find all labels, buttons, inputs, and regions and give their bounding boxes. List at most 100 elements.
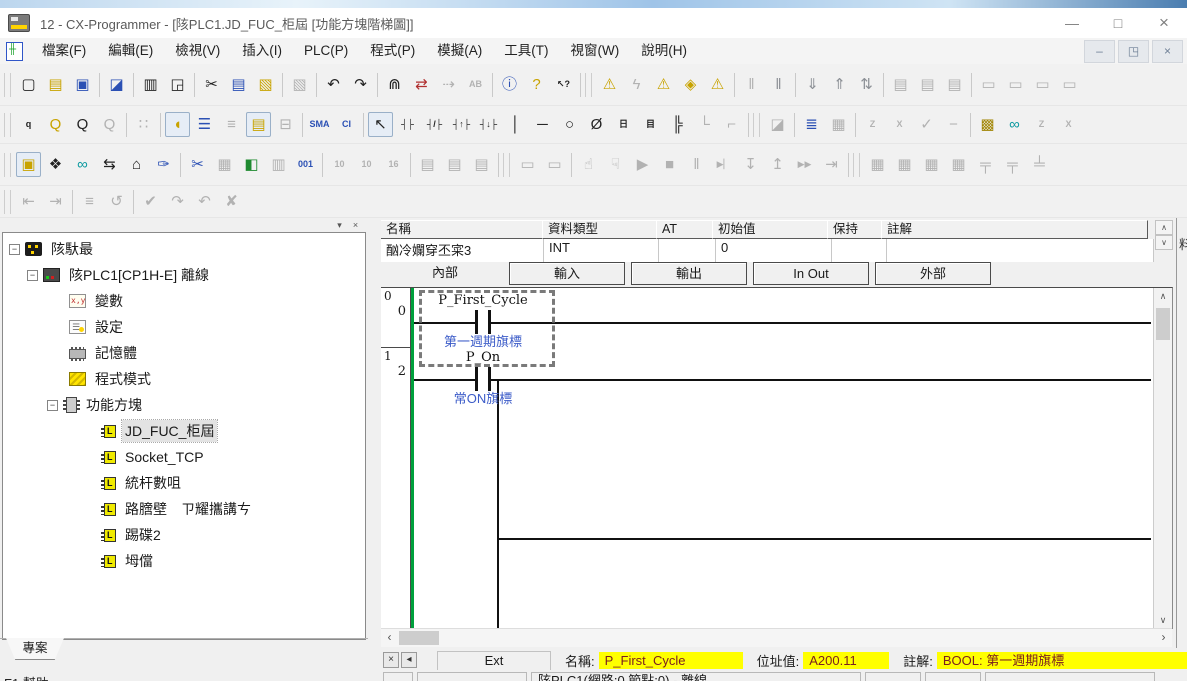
- io-comment-view-button[interactable]: ▥: [266, 152, 291, 177]
- toolbar-grip[interactable]: [4, 73, 11, 97]
- tree-item-label[interactable]: 路膪壁 ㄗ耀攜講ㄘ: [122, 498, 254, 520]
- undo-button[interactable]: ↶: [321, 72, 346, 97]
- tree-item[interactable]: JD_FUC_柜屆: [3, 418, 365, 444]
- tree-item-label[interactable]: 陔PLC1[CP1H-E] 離線: [66, 264, 212, 286]
- fb-invocation-button[interactable]: ╠: [665, 112, 690, 137]
- compile-button[interactable]: ◪: [104, 72, 129, 97]
- mnemonic-view-button[interactable]: ≡: [219, 112, 244, 137]
- new-button[interactable]: ▢: [16, 72, 41, 97]
- monitor-program-button[interactable]: X: [1056, 112, 1081, 137]
- tree-item[interactable]: 踢碟2: [3, 522, 365, 548]
- sim-continuous-step-button[interactable]: ▶▶: [792, 152, 817, 177]
- monitor-signed-decimal-button[interactable]: 10: [354, 152, 379, 177]
- mdi-close-button[interactable]: ×: [1152, 40, 1183, 63]
- local-symbols-button[interactable]: ▦: [212, 152, 237, 177]
- fb-hierarchy-button[interactable]: ⊟: [273, 112, 298, 137]
- delete-line-button[interactable]: ⌐: [719, 112, 744, 137]
- scroll-up-button[interactable]: ∧: [1155, 220, 1173, 235]
- scrollbar-thumb[interactable]: [1156, 308, 1170, 340]
- tree-item[interactable]: 坶儅: [3, 548, 365, 574]
- partial-transfer-2-button[interactable]: ▤: [915, 72, 940, 97]
- sim-step-in-button[interactable]: ↧: [738, 152, 763, 177]
- online-edit-button[interactable]: ϟ: [624, 72, 649, 97]
- debug-stop-button[interactable]: ☝: [576, 152, 601, 177]
- ladder-vertical-scrollbar[interactable]: ∧ ∨: [1153, 288, 1172, 629]
- select-mode-button[interactable]: ↖: [368, 112, 393, 137]
- expand-toggle[interactable]: −: [27, 270, 38, 281]
- mdi-restore-button[interactable]: ◳: [1118, 40, 1149, 63]
- maximize-button[interactable]: □: [1095, 8, 1141, 38]
- partial-transfer-1-button[interactable]: ▤: [888, 72, 913, 97]
- find-next-button[interactable]: ⇢: [436, 72, 461, 97]
- pane-dock-button[interactable]: ▾: [333, 219, 346, 231]
- rack-view-3-button[interactable]: ▭: [1030, 72, 1055, 97]
- column-header[interactable]: 初始值: [712, 220, 828, 239]
- ladder-view-button[interactable]: ▤: [246, 112, 271, 137]
- column-header[interactable]: 名稱: [381, 220, 543, 239]
- rung-margin-1[interactable]: 1 2: [381, 348, 411, 629]
- tree-item[interactable]: − 陔PLC1[CP1H-E] 離線: [3, 262, 365, 288]
- transfer-program-button[interactable]: X: [887, 112, 912, 137]
- expand-toggle[interactable]: −: [47, 400, 58, 411]
- context-help-button[interactable]: ↖?: [551, 72, 576, 97]
- tree-item-label[interactable]: 踢碟2: [122, 524, 164, 546]
- network-view-4-button[interactable]: ▦: [946, 152, 971, 177]
- network-view-2-button[interactable]: ▦: [892, 152, 917, 177]
- rack-view-1-button[interactable]: ▭: [976, 72, 1001, 97]
- contact-variable-label[interactable]: P_First_Cycle: [418, 293, 548, 308]
- output-window-button[interactable]: ❖: [43, 152, 68, 177]
- tree-item-label[interactable]: 記憶體: [92, 342, 140, 364]
- toolbar-grip[interactable]: [4, 113, 11, 137]
- new-closed-coil-button[interactable]: Ø: [584, 112, 609, 137]
- pane-expand-button[interactable]: ◂: [401, 652, 417, 668]
- toolbar-grip[interactable]: [853, 153, 860, 177]
- monitor-decimal-button[interactable]: 10: [327, 152, 352, 177]
- sim-pause-button[interactable]: ‖: [684, 152, 709, 177]
- comment-edit-1-button[interactable]: ✔: [138, 189, 163, 214]
- save-button[interactable]: ▣: [70, 72, 95, 97]
- zoom-tool-button[interactable]: q: [16, 112, 41, 137]
- tree-item-label[interactable]: 陔馱最: [48, 238, 96, 260]
- pane-close-button[interactable]: ×: [349, 219, 362, 231]
- comment-edit-2-button[interactable]: ↷: [165, 189, 190, 214]
- scrollbar-thumb[interactable]: [399, 631, 439, 645]
- column-header[interactable]: 保持: [827, 220, 882, 239]
- rack-view-2-button[interactable]: ▭: [1003, 72, 1028, 97]
- monitor-symbols-button[interactable]: Z: [1029, 112, 1054, 137]
- expand-toggle[interactable]: −: [9, 244, 20, 255]
- tree-item[interactable]: Socket_TCP: [3, 444, 365, 470]
- rung-comment-button[interactable]: ◖: [165, 112, 190, 137]
- rack-view-4-button[interactable]: ▭: [1057, 72, 1082, 97]
- pause-button[interactable]: ‖: [766, 72, 791, 97]
- menu-t[interactable]: 工具(T): [493, 38, 559, 64]
- tree-item-label[interactable]: 程式模式: [92, 368, 154, 390]
- new-closed-contact-button[interactable]: ┤/├: [422, 112, 447, 137]
- cut-button[interactable]: ✂: [199, 72, 224, 97]
- debug-run-button[interactable]: ☟: [603, 152, 628, 177]
- contact-comment-label[interactable]: 常ON旗標: [418, 388, 548, 407]
- transfer-to-plc-button[interactable]: ⇓: [800, 72, 825, 97]
- force-reset-button[interactable]: ▤: [442, 152, 467, 177]
- tree-item-label[interactable]: 設定: [92, 316, 126, 338]
- sim-run-button[interactable]: ▶: [630, 152, 655, 177]
- menu-f[interactable]: 檔案(F): [31, 38, 97, 64]
- monitor-hex-button[interactable]: 16: [381, 152, 406, 177]
- scroll-down-button[interactable]: ∨: [1154, 612, 1172, 629]
- sim-step-run-button[interactable]: ▶▏: [711, 152, 736, 177]
- sim-step-out-button[interactable]: ↥: [765, 152, 790, 177]
- watch-monitor-button[interactable]: ∞: [1002, 112, 1027, 137]
- online-monitor-button[interactable]: ▭: [515, 152, 540, 177]
- menu-p[interactable]: 程式(P): [359, 38, 426, 64]
- network-view-1-button[interactable]: ▦: [865, 152, 890, 177]
- paste-button[interactable]: ▧: [253, 72, 278, 97]
- plc-info-button[interactable]: ⓘ: [497, 72, 522, 97]
- watch-window-button[interactable]: ∞: [70, 152, 95, 177]
- fb-source-transfer-button[interactable]: ▦: [826, 112, 851, 137]
- minimize-button[interactable]: —: [1049, 8, 1095, 38]
- print-preview-button[interactable]: ◲: [165, 72, 190, 97]
- toolbar-grip[interactable]: [503, 153, 510, 177]
- menu-i[interactable]: 插入(I): [231, 38, 293, 64]
- menu-w[interactable]: 視窗(W): [560, 38, 631, 64]
- column-header[interactable]: 資料類型: [542, 220, 657, 239]
- transfer-verify-button[interactable]: ⚠: [705, 72, 730, 97]
